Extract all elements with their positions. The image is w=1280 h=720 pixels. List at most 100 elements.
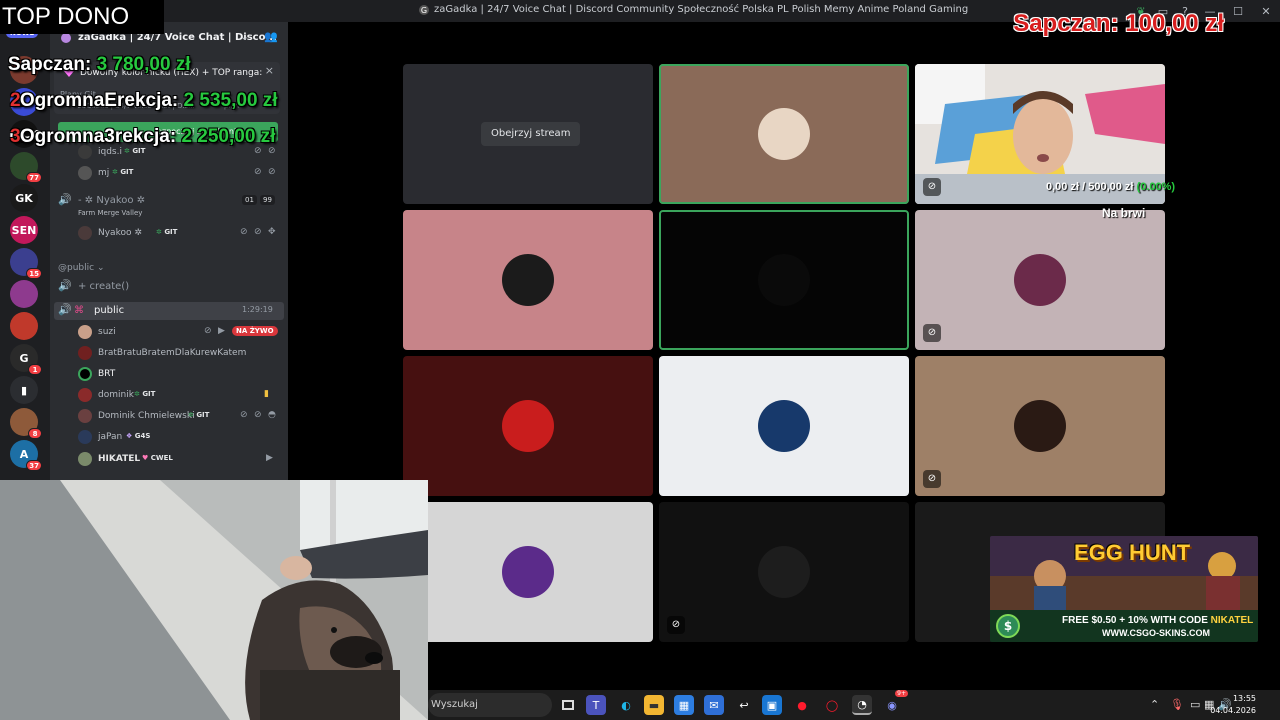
server-gk-icon[interactable]: GK (10, 184, 38, 212)
goal-name: Na brwi (1102, 206, 1146, 220)
user-name: jaPan (98, 432, 123, 442)
muted-icon: ⊘ (923, 178, 941, 196)
close-icon[interactable]: × (265, 64, 274, 77)
store-icon[interactable]: ▦ (674, 695, 694, 715)
teams-icon[interactable]: T (586, 695, 606, 715)
participant-tile[interactable] (659, 64, 909, 204)
mention-badge: 77 (26, 172, 42, 183)
voice-user-row[interactable]: HIKATEL ♥ CWEL ▶ (50, 451, 288, 469)
user-name: Nyakoo ✲ (98, 228, 142, 238)
mention-badge: 15 (26, 268, 42, 279)
voice-user-row[interactable]: BratBratuBratemDlaKurewKatem (50, 345, 288, 363)
participant-tile[interactable]: ⊘ (915, 210, 1165, 350)
leader-name: Ogromna3rekcja: (19, 126, 177, 147)
banner-title: EGG HUNT (1074, 540, 1191, 565)
discord-icon[interactable]: ◉ 9+ (882, 690, 908, 715)
user-name: iqds.i (98, 147, 122, 157)
participant-tile[interactable]: Obejrzyj stream (403, 64, 653, 204)
activity-icon: ▮ (264, 389, 269, 399)
close-button[interactable]: ✕ (1252, 5, 1280, 18)
display-icon[interactable]: ▭ (1190, 698, 1200, 711)
server-avatar-4-icon[interactable]: 77 (10, 152, 42, 183)
window-title: zaGadka | 24/7 Voice Chat | Discord Comm… (434, 4, 969, 15)
opera-icon[interactable]: ● (792, 695, 812, 715)
folder-icon[interactable]: ▮ (10, 376, 38, 404)
app-icon[interactable]: ↩ (734, 695, 754, 715)
chevron-down-icon[interactable]: ⌄ (240, 30, 249, 43)
video-icon: ▶ (266, 453, 273, 463)
obs-icon[interactable]: ◔ (852, 695, 872, 715)
avatar (78, 367, 92, 381)
microphone-icon[interactable]: 🎙 (1170, 698, 1184, 711)
voice-channel-create[interactable]: 🔊 + create() (50, 278, 288, 296)
participant-tile[interactable] (403, 502, 653, 642)
server-avatar-13-icon[interactable]: A 37 (10, 440, 42, 471)
voice-channel-public[interactable]: 🔊 ⌘ public 1:29:19 (54, 302, 284, 320)
channel-activity: Farm Merge Valley (78, 209, 143, 217)
donation-goal: 0,00 zł / 500,00 zł (0.00%) (1046, 181, 1175, 193)
voice-user-row[interactable]: suzi ⊘ ▶ NA ŻYWO (50, 324, 288, 342)
mail-icon[interactable]: ✉ (704, 695, 724, 715)
maximize-button[interactable]: ☐ (1224, 5, 1252, 18)
participant-tile[interactable]: ⊘ (659, 502, 909, 642)
avatar (758, 546, 810, 598)
server-among-icon[interactable] (10, 312, 38, 340)
watch-stream-button[interactable]: Obejrzyj stream (481, 122, 581, 146)
explorer-icon[interactable]: ▬ (644, 695, 664, 715)
server-sen-icon[interactable]: SEN (10, 216, 38, 244)
donation-amount: 100,00 zł (1125, 10, 1224, 37)
voice-user-row[interactable]: mj ✲ GIT ⊘ ⊘ (50, 165, 288, 183)
user-name: BratBratuBratemDlaKurewKatem (98, 348, 247, 358)
participant-tile[interactable] (403, 356, 653, 496)
activity-icon: ◓ (268, 410, 276, 420)
mention-badge: 8 (28, 428, 42, 439)
voice-user-row[interactable]: dominik ✲ GIT ▮ (50, 387, 288, 405)
participant-tile[interactable] (659, 210, 909, 350)
zagadka-app-icon: G (419, 5, 429, 15)
screen: G zaGadka | 24/7 Voice Chat | Discord Co… (0, 0, 1280, 720)
sponsor-banner[interactable]: EGG HUNT $ FREE $0.50 + 10% WITH CODE NI… (990, 536, 1258, 642)
headphones-off-icon: ⊘ (268, 167, 276, 177)
avatar (1014, 400, 1066, 452)
leader-amount: 2 535,00 zł (183, 90, 278, 111)
speaker-icon: 🔊 (58, 279, 72, 292)
avatar (78, 388, 92, 402)
category-public[interactable]: @public ⌄ (50, 260, 288, 278)
role-tag: ✲ GIT (156, 228, 178, 236)
role-tag: ❖ G4S (126, 432, 151, 440)
server-avatar-8-icon[interactable] (10, 280, 38, 308)
add-user-icon[interactable]: 👥 (264, 30, 278, 43)
leader-amount: 2 250,00 zł (181, 126, 276, 147)
goal-percent: (0.00%) (1136, 181, 1176, 193)
headphones-off-icon: ⊘ (254, 410, 262, 420)
participant-tile[interactable] (659, 356, 909, 496)
participant-tile[interactable] (403, 210, 653, 350)
server-zagadka-icon[interactable]: G1 (10, 344, 42, 375)
avatar (78, 226, 92, 240)
goal-target: 500,00 zł (1088, 181, 1134, 193)
voice-user-row[interactable]: BRT (50, 366, 288, 384)
clock[interactable]: 13:55 04.04.2026 (1210, 693, 1256, 717)
task-view-icon[interactable] (558, 695, 578, 715)
voice-user-row[interactable]: Dominik Chmielewski ✲ GIT ⊘ ⊘ ◓ (50, 408, 288, 426)
server-avatar-7-icon[interactable]: 15 (10, 248, 42, 279)
mention-badge: 37 (26, 460, 42, 471)
channel-timer: 1:29:19 (242, 305, 273, 314)
server-avatar-12-icon[interactable]: 8 (10, 408, 42, 439)
clock-time: 13:55 (1232, 694, 1256, 703)
leader-name: OgromnaErekcja: (19, 90, 179, 111)
opera-gx-icon[interactable]: ◯ (822, 695, 842, 715)
edge-icon[interactable]: ◐ (616, 695, 636, 715)
avatar (78, 325, 92, 339)
goal-sep: / (1082, 181, 1086, 193)
leader-name: Sapczan: (7, 54, 92, 75)
voice-channel-nyakoo[interactable]: 🔊 - ✲ Nyakoo ✲ Farm Merge Valley 01 99 (50, 192, 288, 220)
voice-user-row[interactable]: Nyakoo ✲ ✲ GIT ⊘ ⊘ ✥ (50, 225, 288, 243)
voice-user-row[interactable]: jaPan ❖ G4S (50, 429, 288, 447)
search-box[interactable]: Wyszukaj (428, 693, 552, 717)
role-tag: ✲ GIT (124, 147, 146, 155)
chevron-up-icon[interactable]: ⌃ (1150, 698, 1159, 711)
participant-tile[interactable]: ⊘ (915, 356, 1165, 496)
banner-offer: FREE $0.50 + 10% WITH CODE NIKATEL (1062, 615, 1254, 626)
photos-icon[interactable]: ▣ (762, 695, 782, 715)
